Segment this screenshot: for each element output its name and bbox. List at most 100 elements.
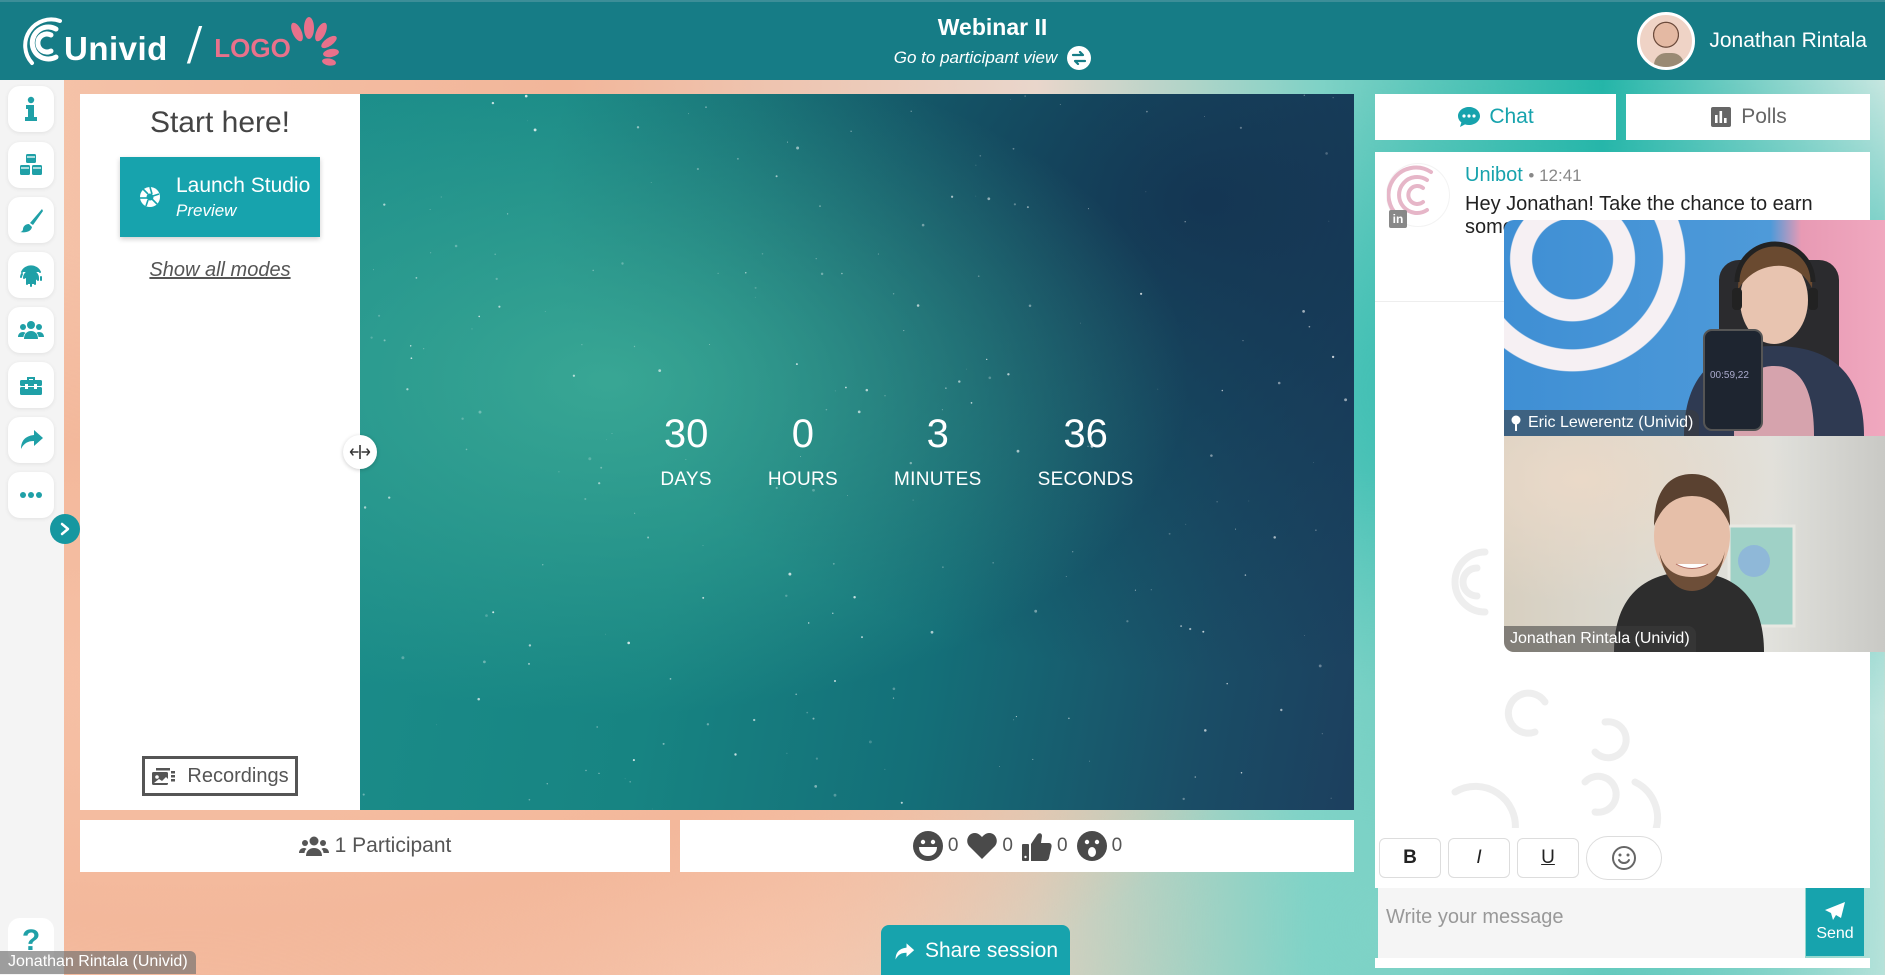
star [912,499,914,501]
sidebar-item-share[interactable] [8,417,54,463]
star [1010,99,1011,100]
resize-horizontal-icon [349,445,371,459]
star [1034,609,1038,613]
star [761,253,764,255]
star [581,344,583,346]
star [1204,115,1205,117]
video-tile-eric[interactable]: 00:59,22 Eric Lewerentz (Univid) [1504,220,1885,436]
more-icon [20,492,42,498]
star [1273,536,1276,539]
tab-polls[interactable]: Polls [1626,94,1870,140]
tab-chat[interactable]: Chat [1375,94,1616,140]
star [1277,381,1281,385]
countdown-label: HOURS [767,469,838,490]
star [1344,398,1348,402]
launch-studio-button[interactable]: Launch Studio Preview [120,157,320,237]
star [378,314,381,317]
star [524,94,528,98]
star [702,596,705,599]
star [592,269,594,272]
start-here-heading: Start here! [149,106,291,139]
star [688,113,689,115]
star [812,717,815,720]
modes-panel: Start here! Launch Studio Preview Show a… [80,94,360,810]
star [604,633,606,635]
star [629,780,632,783]
star [861,636,863,639]
participant-view-link[interactable]: Go to participant view [894,46,1092,70]
share-session-button[interactable]: Share session [881,925,1070,975]
star [785,594,788,598]
laughing-face-icon [912,831,943,861]
star [1126,620,1129,623]
star [494,253,497,256]
star [930,630,934,634]
fingerprint-icon [20,265,42,287]
sidebar-item-tools[interactable] [8,362,54,408]
paper-plane-icon [1825,902,1845,920]
logo-separator: | [182,19,208,64]
reaction-heart[interactable]: 0 [966,830,1013,862]
countdown-value: 0 [791,412,815,456]
panel-resize-handle[interactable] [343,435,377,469]
star [754,286,757,289]
sidebar-item-branding[interactable] [8,197,54,243]
star [921,223,925,227]
sidebar-item-content[interactable] [8,142,54,188]
star [754,296,756,298]
star [383,203,386,206]
sidebar-item-participants[interactable] [8,307,54,353]
star [1068,717,1070,720]
star [372,269,374,271]
star [903,330,905,332]
user-menu[interactable]: Jonathan Rintala [1637,12,1867,70]
star [527,120,529,122]
sidebar-item-more[interactable] [8,472,54,518]
sidebar-item-registration[interactable] [8,252,54,298]
show-all-modes-link[interactable]: Show all modes [80,259,360,282]
reaction-laugh[interactable]: 0 [912,830,958,862]
video-tile-jonathan[interactable]: Jonathan Rintala (Univid) [1504,436,1885,652]
star [647,536,650,539]
univid-logo[interactable]: Univid [22,17,168,67]
logo-group: Univid | LOGO [22,12,339,72]
star [1331,355,1335,359]
star [1221,389,1224,392]
expand-sidebar-button[interactable] [50,514,80,544]
star [1026,206,1029,209]
star [1150,589,1152,591]
star [1080,322,1081,324]
star [992,562,994,564]
star [834,680,836,682]
star [1059,104,1061,105]
star [1185,523,1187,525]
message-input[interactable] [1378,888,1805,958]
star [1318,664,1322,668]
star [652,808,654,810]
star [987,197,991,201]
underline-button[interactable]: U [1517,838,1579,878]
recordings-button[interactable]: Recordings [142,756,298,796]
star [585,769,587,772]
bold-button[interactable]: B [1379,838,1441,878]
emoji-button[interactable] [1586,836,1662,880]
star [1028,304,1032,308]
message-author: Unibot [1465,164,1523,186]
partner-logo: LOGO [214,16,339,68]
star [786,752,788,754]
sidebar-item-info[interactable] [8,86,54,132]
send-button[interactable]: Send [1806,888,1864,956]
countdown-seconds: 36 SECONDS [1038,412,1134,491]
participant-count[interactable]: 1 Participant [80,820,670,872]
italic-button[interactable]: I [1448,838,1510,878]
star [1032,758,1034,760]
star [506,213,509,215]
reaction-thumbs-up[interactable]: 0 [1021,830,1068,862]
star [495,277,498,281]
reaction-surprised[interactable]: 0 [1076,830,1122,862]
star [806,711,809,714]
send-label: Send [1816,925,1854,942]
star [975,164,977,166]
star [1157,388,1159,390]
star [1248,500,1250,502]
